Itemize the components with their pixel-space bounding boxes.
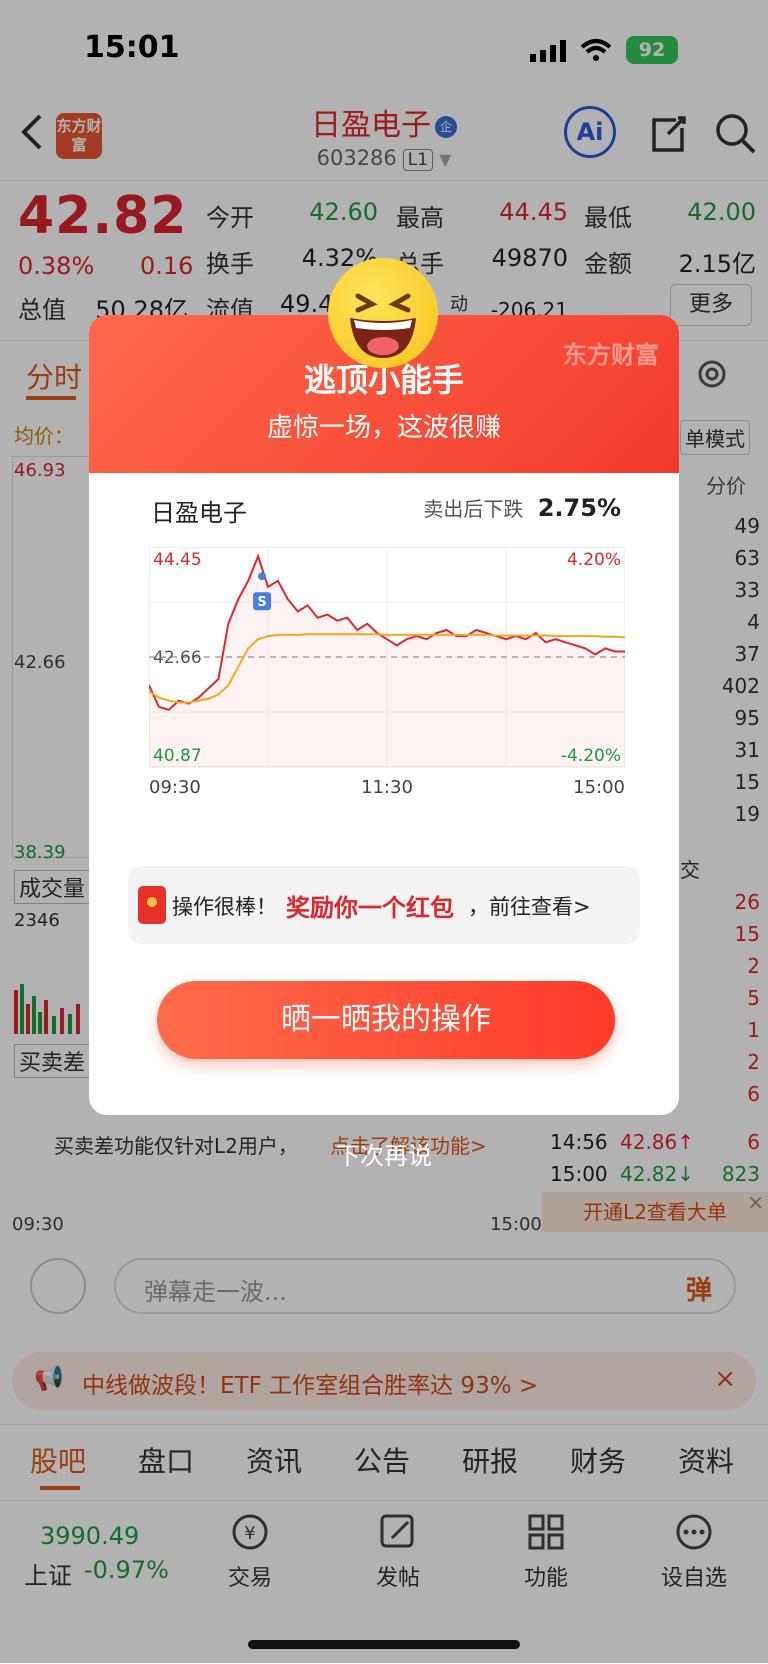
home-indicator[interactable] <box>248 1640 520 1649</box>
y-tick-bottom: 40.87 <box>153 746 202 766</box>
sell-point-marker <box>258 572 267 581</box>
laughing-face <box>350 293 416 358</box>
x-tick-end: 15:00 <box>573 777 625 798</box>
dismiss-link[interactable]: 下次再说 <box>0 1136 768 1171</box>
after-sell-value: 2.75% <box>537 494 621 522</box>
y-right-bottom: -4.20% <box>561 746 621 766</box>
laughing-emoji-icon <box>328 258 438 368</box>
red-packet-icon <box>138 886 166 924</box>
y-tick-top: 44.45 <box>153 550 202 570</box>
reward-highlight: 奖励你一个红包 <box>286 894 454 922</box>
reward-prefix: 操作很棒！ <box>172 895 277 919</box>
after-sell-drop: 卖出后下跌 2.75% <box>423 493 621 522</box>
after-sell-label: 卖出后下跌 <box>423 497 524 521</box>
modal-subtitle: 虚惊一场，这波很赚 <box>266 413 501 443</box>
mini-intraday-chart: S 44.45 42.66 40.87 4.20% -4.20% 09:30 1… <box>149 547 625 798</box>
x-tick-start: 09:30 <box>149 777 201 798</box>
reward-link[interactable]: ，前往查看> <box>468 891 591 921</box>
x-tick-mid: 11:30 <box>361 777 413 798</box>
y-right-top: 4.20% <box>567 550 621 570</box>
y-tick-mid: 42.66 <box>153 648 202 668</box>
reward-bar[interactable]: 操作很棒！ 奖励你一个红包 ，前往查看> <box>128 866 640 944</box>
share-operation-button[interactable]: 晒一晒我的操作 <box>157 981 615 1059</box>
sell-badge-label: S <box>257 595 266 610</box>
modal-stock-name: 日盈电子 <box>151 499 247 527</box>
